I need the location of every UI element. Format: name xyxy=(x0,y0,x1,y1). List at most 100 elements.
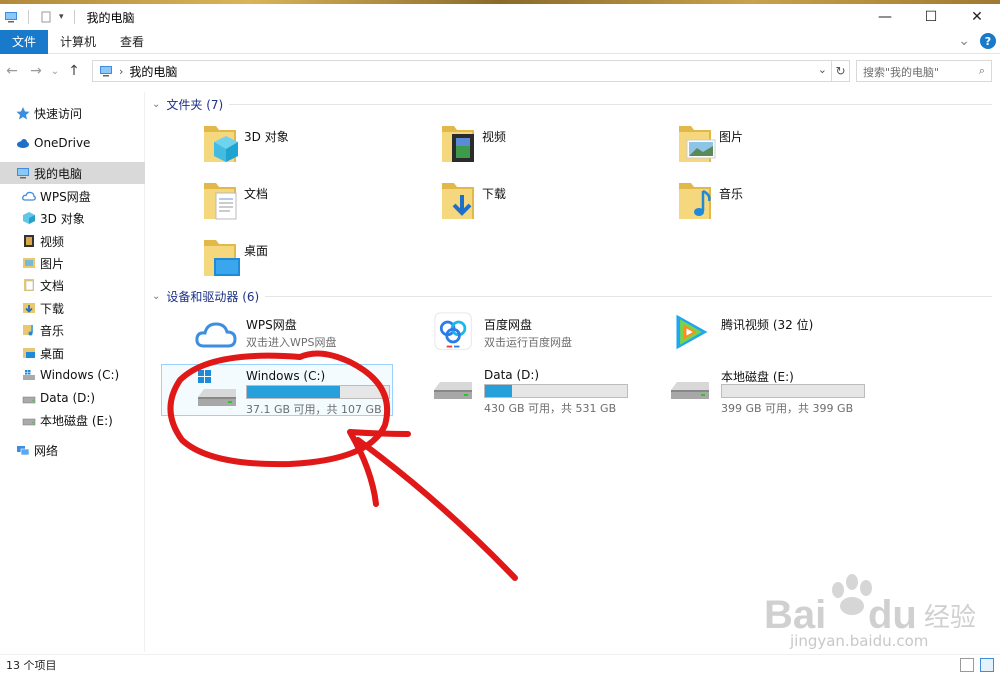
device-tile-baidu-netdisk[interactable]: 百度网盘 双击运行百度网盘 xyxy=(400,312,632,364)
sidebar-item-quick-access[interactable]: 快速访问 xyxy=(0,102,145,124)
svg-text:经验: 经验 xyxy=(924,603,976,633)
title-bar: ▾ 我的电脑 — ☐ ✕ xyxy=(0,4,1000,30)
folders-group-header[interactable]: ⌄ 文件夹 (7) xyxy=(152,96,992,113)
drive-label: Data (D:) xyxy=(484,368,540,382)
sidebar-item-label: 快速访问 xyxy=(34,106,83,121)
address-path[interactable]: 我的电脑 xyxy=(129,63,177,80)
device-tile-tencent-video[interactable]: 腾讯视频 (32 位) xyxy=(637,312,869,364)
sidebar-item-label: WPS网盘 xyxy=(40,189,91,204)
drive-tile-windows-c[interactable]: Windows (C:) 37.1 GB 可用，共 107 GB xyxy=(161,364,393,416)
tab-view[interactable]: 查看 xyxy=(108,30,156,54)
group-title: 文件夹 (7) xyxy=(166,98,224,112)
folder-tile-pictures[interactable]: 图片 xyxy=(677,122,897,172)
sidebar-item-drive-c[interactable]: Windows (C:) xyxy=(0,364,145,386)
recent-locations-button[interactable]: ⌄ xyxy=(48,60,62,82)
sidebar-item-label: 网络 xyxy=(34,443,59,458)
refresh-button[interactable]: ↻ xyxy=(832,60,850,82)
sidebar-item-pictures[interactable]: 图片 xyxy=(0,252,145,274)
sidebar-item-drive-e[interactable]: 本地磁盘 (E:) xyxy=(0,409,145,431)
status-bar: 13 个项目 xyxy=(0,654,1000,675)
sidebar-item-documents[interactable]: 文档 xyxy=(0,274,145,296)
tab-computer[interactable]: 计算机 xyxy=(48,30,108,54)
network-icon xyxy=(17,446,30,456)
sidebar-item-videos[interactable]: 视频 xyxy=(0,230,145,252)
divider xyxy=(229,104,992,105)
forward-button[interactable]: → xyxy=(24,60,48,82)
folder-label: 视频 xyxy=(482,130,507,144)
chevron-down-icon[interactable]: ⌄ xyxy=(152,291,160,302)
divider xyxy=(265,296,992,297)
sidebar-item-label: 本地磁盘 (E:) xyxy=(40,413,113,428)
folder-tile-downloads[interactable]: 下载 xyxy=(440,179,660,229)
device-tile-wps-cloud[interactable]: WPS网盘 双击进入WPS网盘 xyxy=(162,312,394,364)
drive-usage-bar xyxy=(721,384,865,398)
new-folder-icon[interactable] xyxy=(39,10,53,24)
baidu-netdisk-icon xyxy=(434,312,472,350)
tab-file[interactable]: 文件 xyxy=(0,29,49,54)
drive-size-text: 37.1 GB 可用，共 107 GB xyxy=(246,403,382,416)
drive-tile-local-e[interactable]: 本地磁盘 (E:) 399 GB 可用，共 399 GB xyxy=(637,364,869,416)
help-icon[interactable]: ? xyxy=(980,33,996,49)
computer-icon xyxy=(17,168,29,179)
address-dropdown-icon[interactable]: ⌄ xyxy=(818,63,827,76)
sidebar-item-drive-d[interactable]: Data (D:) xyxy=(0,387,145,409)
folder-tile-music[interactable]: 音乐 xyxy=(677,179,897,229)
drive-icon xyxy=(22,418,36,426)
sidebar-item-3d-objects[interactable]: 3D 对象 xyxy=(0,207,145,229)
device-label: WPS网盘 xyxy=(246,318,297,332)
folder-label: 图片 xyxy=(719,130,744,144)
computer-icon[interactable] xyxy=(4,10,18,24)
folder-tile-videos[interactable]: 视频 xyxy=(440,122,660,172)
address-separator[interactable]: › xyxy=(119,65,123,78)
folder-label: 桌面 xyxy=(244,244,269,258)
sidebar-item-downloads[interactable]: 下载 xyxy=(0,297,145,319)
video-folder-icon xyxy=(442,126,474,162)
tencent-video-icon xyxy=(676,314,708,350)
window-controls: — ☐ ✕ xyxy=(862,4,1000,30)
folder-tile-3d-objects[interactable]: 3D 对象 xyxy=(202,122,422,172)
quick-access-toolbar: ▾ 我的电脑 xyxy=(4,9,135,26)
video-icon xyxy=(24,235,34,247)
sidebar-item-desktop[interactable]: 桌面 xyxy=(0,342,145,364)
drive-tile-data-d[interactable]: Data (D:) 430 GB 可用，共 531 GB xyxy=(400,364,632,416)
drive-icon xyxy=(434,382,472,399)
sidebar-item-wps-cloud[interactable]: WPS网盘 xyxy=(0,185,145,207)
drive-size-text: 399 GB 可用，共 399 GB xyxy=(721,402,854,415)
up-button[interactable]: ↑ xyxy=(62,60,86,82)
search-icon: ⌕ xyxy=(978,64,985,77)
sidebar-item-my-computer[interactable]: 我的电脑 xyxy=(0,162,145,184)
details-view-icon[interactable] xyxy=(960,658,974,672)
sidebar-item-label: OneDrive xyxy=(34,136,91,150)
sidebar-item-network[interactable]: 网络 xyxy=(0,439,145,461)
address-bar[interactable]: › 我的电脑 ⌄ xyxy=(92,60,832,82)
close-button[interactable]: ✕ xyxy=(954,4,1000,30)
picture-folder-icon xyxy=(679,126,716,162)
minimize-button[interactable]: — xyxy=(862,4,908,30)
desktop-folder-icon xyxy=(204,240,240,276)
devices-group-header[interactable]: ⌄ 设备和驱动器 (6) xyxy=(152,288,992,305)
sidebar-item-label: 音乐 xyxy=(40,323,65,338)
sidebar-item-onedrive[interactable]: OneDrive xyxy=(0,132,145,154)
folder-tile-documents[interactable]: 文档 xyxy=(202,179,422,229)
expand-ribbon-icon[interactable]: ⌄ xyxy=(958,33,970,49)
folder-tile-desktop[interactable]: 桌面 xyxy=(202,236,422,286)
folder-label: 下载 xyxy=(482,187,507,201)
sidebar-item-label: 我的电脑 xyxy=(34,166,83,181)
drive-label: 本地磁盘 (E:) xyxy=(721,370,794,384)
download-folder-icon xyxy=(442,183,474,219)
drive-usage-fill xyxy=(247,386,340,398)
drive-usage-bar xyxy=(246,385,390,399)
search-input[interactable]: 搜索"我的电脑" ⌕ xyxy=(856,60,992,82)
folder-label: 音乐 xyxy=(719,187,744,201)
back-button[interactable]: ← xyxy=(0,60,24,82)
drive-size-text: 430 GB 可用，共 531 GB xyxy=(484,402,617,415)
large-icons-view-icon[interactable] xyxy=(980,658,994,672)
maximize-button[interactable]: ☐ xyxy=(908,4,954,30)
sidebar-item-music[interactable]: 音乐 xyxy=(0,319,145,341)
chevron-down-icon[interactable]: ⌄ xyxy=(152,99,160,110)
sidebar-item-label: 视频 xyxy=(40,234,65,249)
cube-folder-icon xyxy=(204,126,238,162)
music-icon xyxy=(23,325,33,336)
folder-label: 文档 xyxy=(244,187,269,201)
customize-toolbar-icon[interactable]: ▾ xyxy=(59,12,64,22)
